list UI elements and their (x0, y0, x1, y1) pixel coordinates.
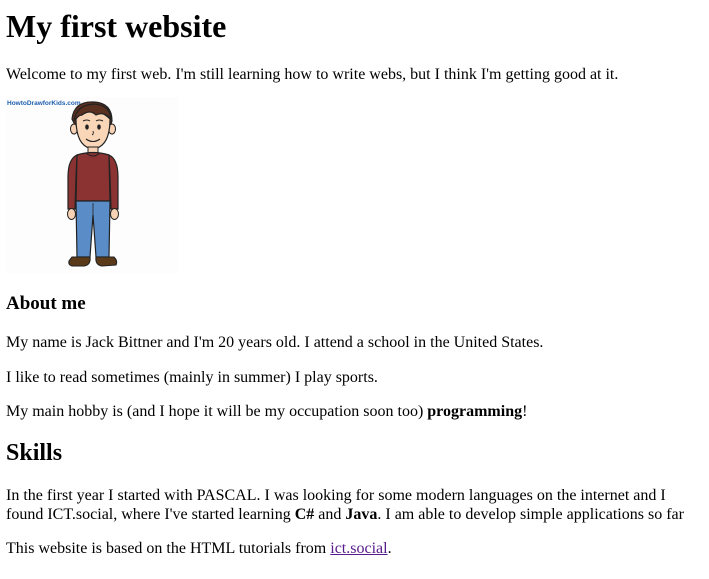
footer-paragraph: This website is based on the HTML tutori… (6, 539, 392, 558)
footer-text: This website is based on the HTML tutori… (6, 540, 331, 557)
page-title: My first website (6, 8, 227, 44)
skills-java: Java (345, 506, 378, 523)
about-paragraph-2: I like to read sometimes (mainly in summ… (6, 369, 378, 386)
footer-end: . (387, 540, 392, 557)
skills-and: and (314, 506, 346, 523)
skills-line2-end: . I am able to develop simple applicatio… (377, 506, 684, 523)
about-p3-bold: programming (427, 403, 523, 420)
about-p3-text: My main hobby is (and I hope it will be … (6, 403, 428, 420)
intro-paragraph: Welcome to my first web. I'm still learn… (6, 66, 619, 83)
skills-line2-text: found ICT.social, where I've started lea… (6, 506, 295, 523)
about-heading: About me (6, 293, 86, 314)
skills-line-1: In the first year I started with PASCAL.… (6, 487, 666, 504)
watermark-text: HowtoDrawforKids.com (7, 100, 81, 107)
about-paragraph-1: My name is Jack Bittner and I'm 20 years… (6, 334, 544, 351)
skills-csharp: C# (294, 506, 315, 523)
skills-line-2: found ICT.social, where I've started lea… (6, 505, 684, 524)
about-paragraph-3: My main hobby is (and I hope it will be … (6, 402, 527, 421)
ict-social-link[interactable]: ict.social (330, 540, 387, 557)
about-p3-end: ! (522, 403, 528, 420)
profile-image: HowtoDrawforKids.com (6, 97, 178, 273)
skills-heading: Skills (6, 440, 63, 466)
